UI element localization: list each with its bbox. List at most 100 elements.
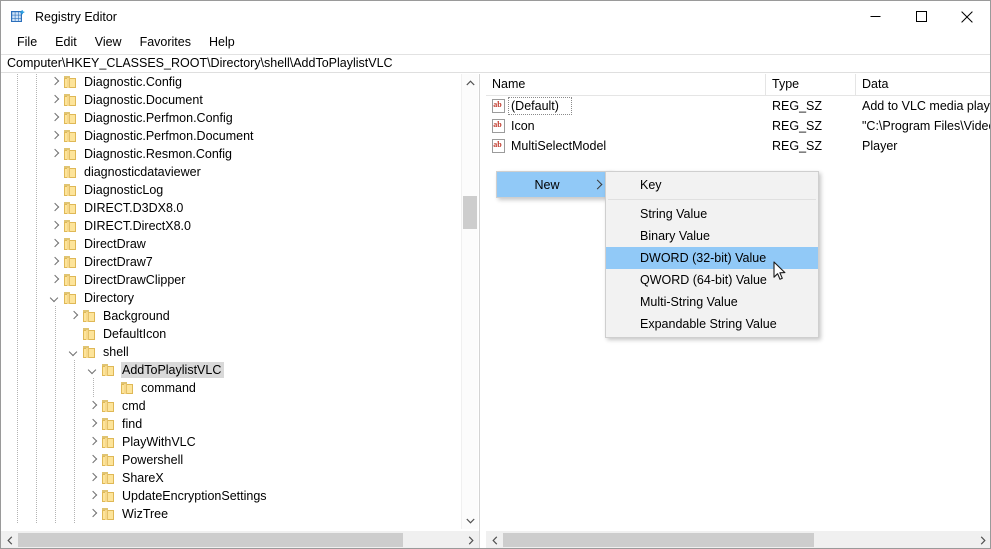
menu-view[interactable]: View [86, 33, 131, 53]
folder-icon [63, 183, 79, 197]
tree-node[interactable]: DirectDrawClipper [1, 270, 457, 289]
tree-node-label: find [122, 417, 143, 431]
context-menu-item[interactable]: Key [606, 174, 818, 196]
scroll-left-icon[interactable] [1, 531, 18, 548]
scroll-right-icon[interactable] [974, 531, 990, 548]
scroll-up-icon[interactable] [462, 74, 478, 91]
tree-node[interactable]: Background [1, 306, 457, 325]
minimize-button[interactable] [852, 1, 898, 32]
tree-node-label: Background [103, 309, 170, 323]
menu-edit[interactable]: Edit [46, 33, 86, 53]
chevron-right-icon[interactable] [47, 218, 63, 234]
tree-hscroll-track[interactable] [18, 531, 462, 548]
value-type-cell: REG_SZ [772, 119, 823, 133]
registry-icon [10, 9, 26, 25]
tree-node[interactable]: shell [1, 342, 457, 361]
tree-node[interactable]: UpdateEncryptionSettings [1, 486, 457, 505]
chevron-down-icon[interactable] [47, 290, 63, 306]
chevron-right-icon[interactable] [47, 200, 63, 216]
menu-favorites[interactable]: Favorites [131, 33, 200, 53]
tree-node[interactable]: Diagnostic.Perfmon.Config [1, 108, 457, 127]
tree-node[interactable]: Diagnostic.Document [1, 90, 457, 109]
value-data-cell: "C:\Program Files\VideoLAN\VLC\vlc.exe",… [862, 119, 990, 133]
folder-icon [101, 507, 117, 521]
tree-node[interactable]: Diagnostic.Resmon.Config [1, 144, 457, 163]
menu-file[interactable]: File [8, 33, 46, 53]
context-menu-item[interactable]: QWORD (64-bit) Value [606, 269, 818, 291]
chevron-down-icon[interactable] [85, 362, 101, 378]
folder-icon [101, 399, 117, 413]
folder-icon [63, 201, 79, 215]
tree-node[interactable]: Powershell [1, 450, 457, 469]
scroll-down-icon[interactable] [462, 512, 478, 529]
context-menu-item-new[interactable]: New [497, 172, 611, 197]
chevron-right-icon[interactable] [85, 416, 101, 432]
chevron-right-icon[interactable] [85, 506, 101, 522]
chevron-right-icon[interactable] [47, 146, 63, 162]
column-header-type[interactable]: Type [766, 74, 856, 95]
context-menu-item[interactable]: DWORD (32-bit) Value [606, 247, 818, 269]
chevron-right-icon [592, 179, 603, 190]
chevron-right-icon[interactable] [47, 74, 63, 90]
close-button[interactable] [944, 1, 990, 32]
menu-help[interactable]: Help [200, 33, 244, 53]
tree-vertical-scrollbar[interactable] [461, 74, 478, 529]
tree-node[interactable]: PlayWithVLC [1, 432, 457, 451]
address-bar[interactable]: Computer\HKEY_CLASSES_ROOT\Directory\she… [1, 54, 990, 73]
chevron-right-icon[interactable] [47, 236, 63, 252]
tree-node-label: command [141, 381, 196, 395]
tree-viewport: Diagnostic.Config Diagnostic.Document Diag… [1, 74, 457, 529]
value-row[interactable]: ab Icon REG_SZ "C:\Program Files\VideoLAN\V… [486, 116, 990, 136]
chevron-right-icon[interactable] [85, 398, 101, 414]
chevron-right-icon[interactable] [47, 92, 63, 108]
tree-node-label: Powershell [122, 453, 184, 467]
tree-node[interactable]: Diagnostic.Perfmon.Document [1, 126, 457, 145]
chevron-right-icon[interactable] [85, 452, 101, 468]
tree-node[interactable]: DIRECT.DirectX8.0 [1, 216, 457, 235]
tree-node[interactable]: ShareX [1, 468, 457, 487]
tree-hscroll-thumb[interactable] [18, 533, 403, 547]
context-menu-item[interactable]: Binary Value [606, 225, 818, 247]
column-header-name[interactable]: Name [486, 74, 766, 95]
chevron-right-icon[interactable] [47, 128, 63, 144]
maximize-button[interactable] [898, 1, 944, 32]
folder-icon [63, 165, 79, 179]
tree-node[interactable]: Directory [1, 288, 457, 307]
chevron-right-icon[interactable] [47, 254, 63, 270]
chevron-right-icon[interactable] [66, 308, 82, 324]
tree-horizontal-scrollbar[interactable] [1, 531, 479, 548]
tree-scroll-thumb[interactable] [463, 196, 477, 229]
context-menu-item[interactable]: Expandable String Value [606, 313, 818, 335]
tree-node[interactable]: DiagnosticLog [1, 180, 457, 199]
column-header-data[interactable]: Data [856, 74, 990, 95]
chevron-right-icon[interactable] [47, 110, 63, 126]
folder-icon [82, 327, 98, 341]
values-hscroll-thumb[interactable] [503, 533, 814, 547]
tree-node[interactable]: DIRECT.D3DX8.0 [1, 198, 457, 217]
context-menu-item[interactable]: Multi-String Value [606, 291, 818, 313]
tree-node[interactable]: AddToPlaylistVLC [1, 360, 457, 379]
chevron-right-icon[interactable] [85, 470, 101, 486]
chevron-right-icon[interactable] [47, 272, 63, 288]
chevron-right-icon[interactable] [85, 434, 101, 450]
values-horizontal-scrollbar[interactable] [486, 531, 990, 548]
scroll-left-icon[interactable] [486, 531, 503, 548]
values-hscroll-track[interactable] [503, 531, 974, 548]
value-row[interactable]: ab MultiSelectModel REG_SZ Player [486, 136, 990, 156]
list-header: Name Type Data [486, 74, 990, 96]
tree-node-label: Diagnostic.Resmon.Config [84, 147, 232, 161]
tree-node[interactable]: DirectDraw [1, 234, 457, 253]
value-row[interactable]: ab (Default) REG_SZ Add to VLC media player… [486, 96, 990, 116]
tree-node[interactable]: diagnosticdataviewer [1, 162, 457, 181]
tree-node[interactable]: WizTree [1, 504, 457, 523]
chevron-down-icon[interactable] [66, 344, 82, 360]
tree-node[interactable]: cmd [1, 396, 457, 415]
tree-node[interactable]: command [1, 378, 457, 397]
tree-node[interactable]: DirectDraw7 [1, 252, 457, 271]
tree-node[interactable]: Diagnostic.Config [1, 74, 457, 91]
chevron-right-icon[interactable] [85, 488, 101, 504]
tree-node[interactable]: find [1, 414, 457, 433]
context-menu-item[interactable]: String Value [606, 203, 818, 225]
scroll-right-icon[interactable] [462, 531, 479, 548]
tree-node[interactable]: DefaultIcon [1, 324, 457, 343]
